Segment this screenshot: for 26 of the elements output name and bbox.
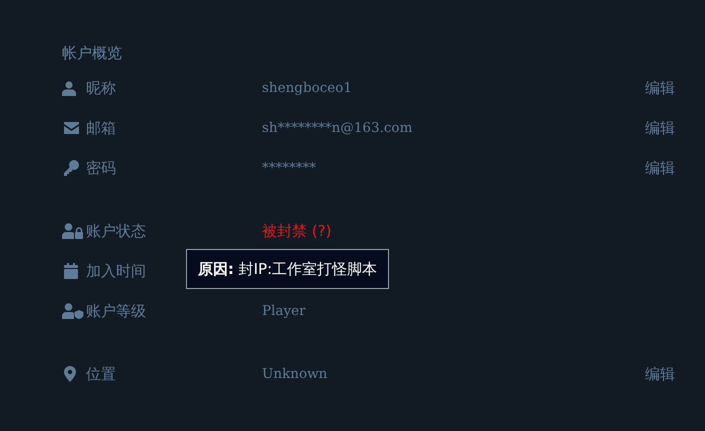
field-label: 密码 (86, 158, 116, 178)
field-label: 账户等级 (86, 302, 146, 320)
user-shield-icon (62, 303, 84, 319)
envelope-icon (64, 122, 79, 134)
field-label: 账户状态 (86, 222, 146, 240)
tooltip: 原因: 封IP:工作室打怪脚本 (186, 249, 389, 289)
field-label: 邮箱 (86, 118, 116, 138)
edit-link[interactable]: 编辑 (645, 158, 675, 178)
field-value: sh********n@163.com (262, 120, 412, 136)
field-value: shengboceo1 (262, 80, 352, 96)
user-icon (62, 80, 76, 96)
key-icon (64, 160, 79, 176)
field-label: 昵称 (86, 78, 116, 98)
field-value: Unknown (262, 366, 328, 382)
edit-link[interactable]: 编辑 (645, 78, 675, 98)
map-pin-icon (64, 366, 76, 382)
section-title: 帐户概览 (62, 44, 122, 64)
field-label: 加入时间 (86, 262, 146, 280)
user-lock-icon (62, 223, 84, 239)
calendar-icon (64, 263, 78, 279)
field-value: 被封禁 (?) (262, 222, 332, 240)
edit-link[interactable]: 编辑 (645, 364, 675, 384)
field-value: ******** (262, 160, 316, 176)
field-value: Player (262, 303, 306, 319)
field-label: 位置 (86, 364, 116, 384)
edit-link[interactable]: 编辑 (645, 118, 675, 138)
